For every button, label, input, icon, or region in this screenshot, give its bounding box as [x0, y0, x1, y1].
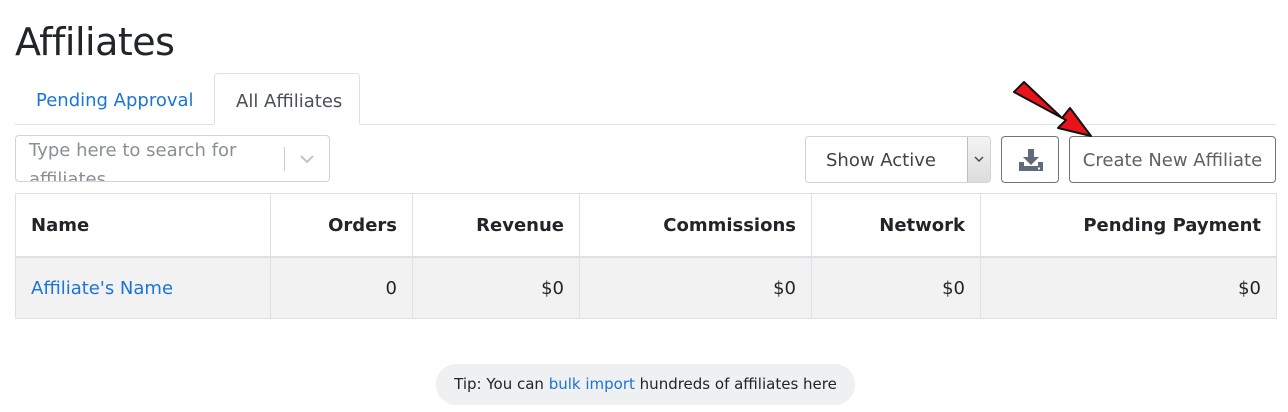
column-header-pending-payment[interactable]: Pending Payment [980, 193, 1277, 258]
network-cell: $0 [811, 256, 981, 319]
tab-all-affiliates[interactable]: All Affiliates [214, 73, 360, 125]
table-header-row: Name Orders Revenue Commissions Network … [15, 193, 1277, 258]
affiliate-name-link[interactable]: Affiliate's Name [31, 278, 173, 299]
tip-prefix: Tip: You can [454, 375, 549, 393]
commissions-cell: $0 [579, 256, 812, 319]
select-arrow[interactable] [967, 137, 990, 182]
tab-pending-approval[interactable]: Pending Approval [15, 73, 215, 124]
annotation-arrow-icon [1013, 81, 1092, 137]
page-title: Affiliates [15, 20, 175, 64]
pending-payment-cell: $0 [980, 256, 1277, 319]
search-placeholder: Type here to search for affiliates [29, 140, 237, 182]
column-header-commissions[interactable]: Commissions [579, 193, 812, 258]
download-tray-icon [1019, 149, 1043, 171]
chevron-down-icon[interactable] [297, 149, 317, 169]
create-new-affiliate-button[interactable]: Create New Affiliate [1069, 136, 1276, 183]
revenue-cell: $0 [412, 256, 580, 319]
column-header-revenue[interactable]: Revenue [412, 193, 580, 258]
affiliates-table: Name Orders Revenue Commissions Network … [15, 193, 1277, 319]
tip-suffix: hundreds of affiliates here [634, 375, 837, 393]
status-filter-select[interactable]: Show Active [805, 136, 991, 183]
column-header-name[interactable]: Name [15, 193, 271, 258]
status-filter-value: Show Active [826, 150, 936, 171]
chevron-down-icon [974, 156, 984, 162]
column-header-network[interactable]: Network [811, 193, 981, 258]
table-row: Affiliate's Name 0 $0 $0 $0 $0 [15, 256, 1277, 319]
affiliate-name-cell: Affiliate's Name [15, 256, 271, 319]
tip-banner: Tip: You can bulk import hundreds of aff… [436, 364, 855, 405]
download-button[interactable] [1001, 136, 1059, 183]
search-separator [284, 147, 285, 171]
bulk-import-link[interactable]: bulk import [549, 375, 635, 393]
column-header-orders[interactable]: Orders [270, 193, 413, 258]
orders-cell: 0 [270, 256, 413, 319]
search-input[interactable]: Type here to search for affiliates [15, 135, 330, 182]
